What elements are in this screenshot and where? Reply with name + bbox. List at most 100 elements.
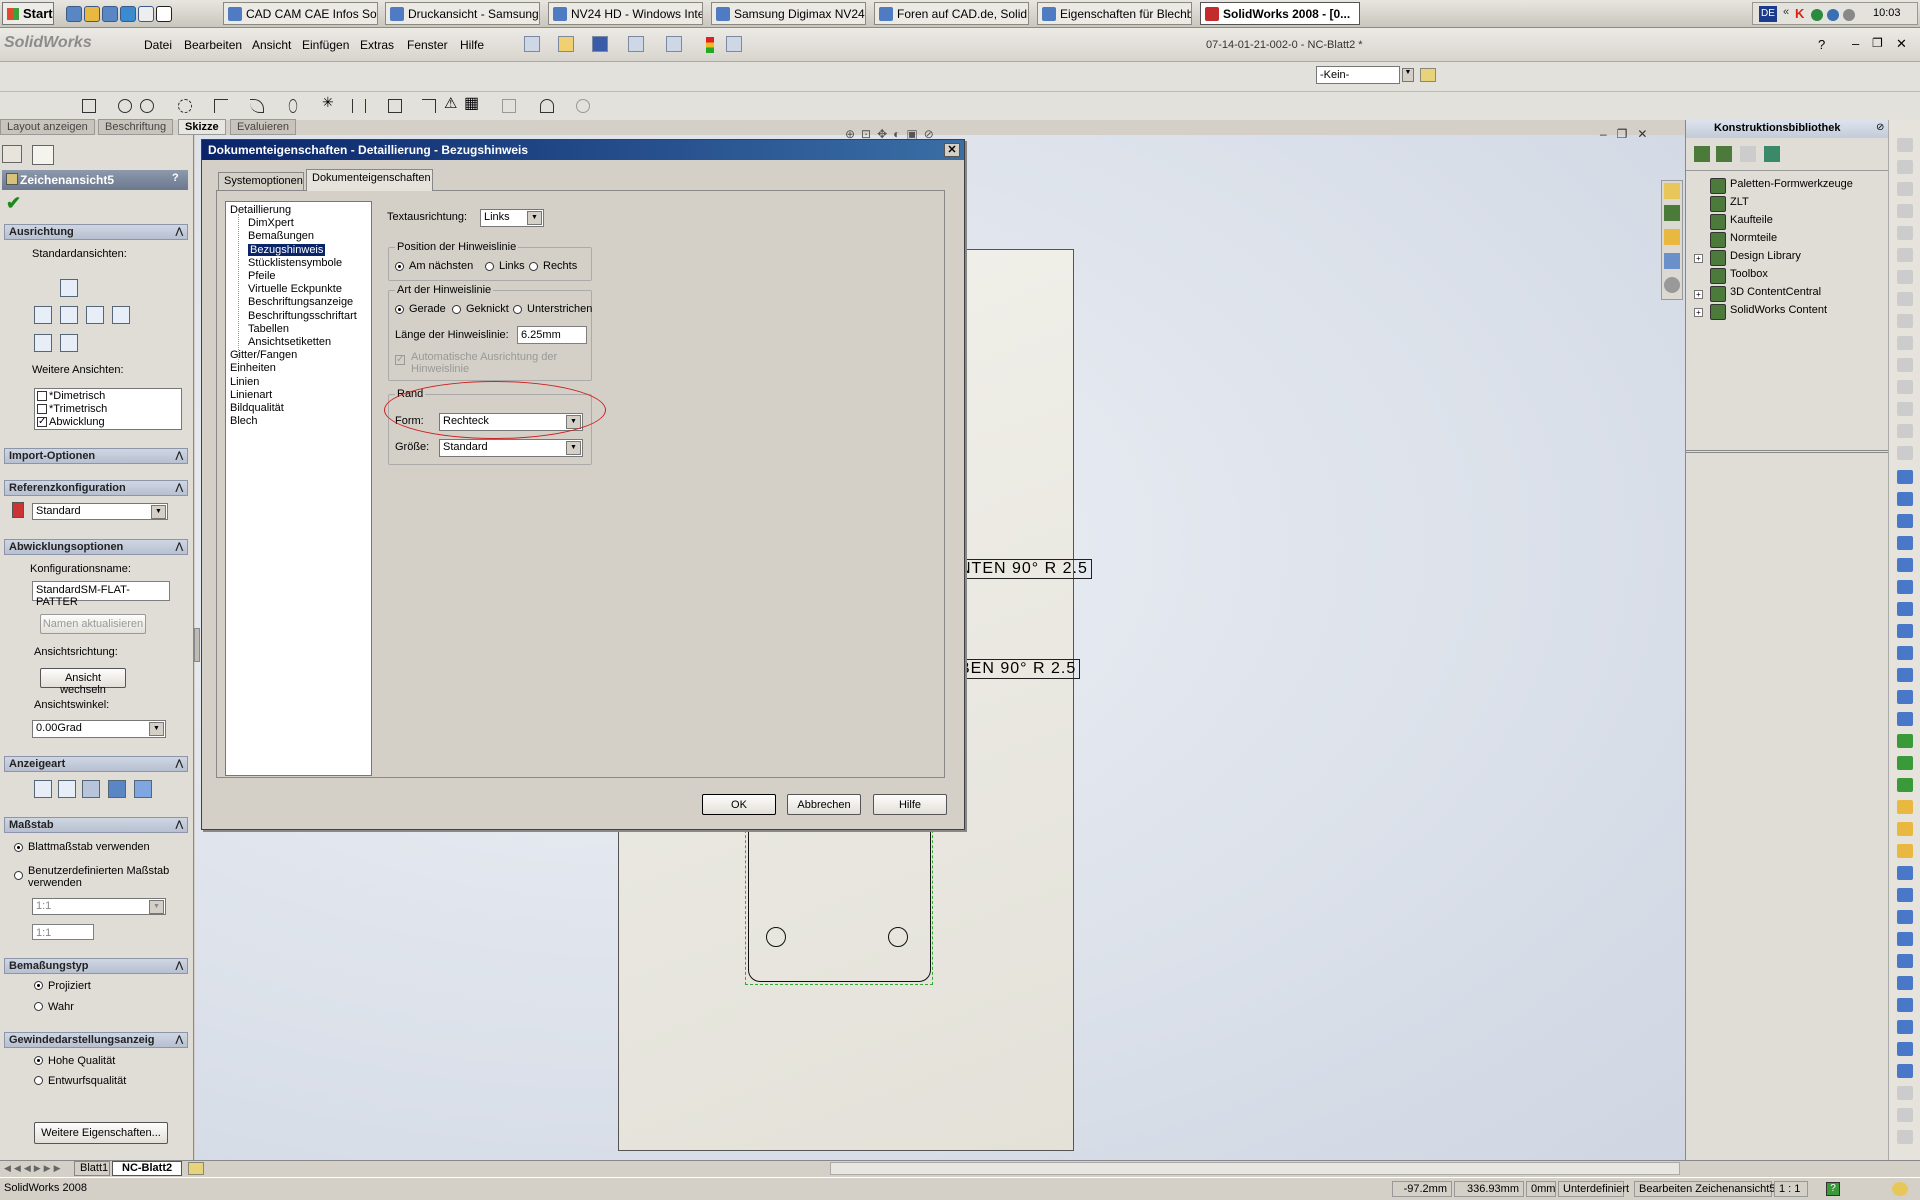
list-item[interactable]: *Trimetrisch <box>49 403 107 415</box>
radio-blattmassstab[interactable] <box>14 843 23 852</box>
splitter[interactable] <box>1686 450 1889 453</box>
help-icon[interactable]: ? <box>172 172 179 184</box>
shaded-icon[interactable] <box>134 780 152 798</box>
checkbox-checked[interactable]: ✓ <box>37 417 47 427</box>
chevron-left-icon[interactable]: « <box>1783 6 1789 18</box>
layer-properties-icon[interactable] <box>1420 68 1436 82</box>
tree-item[interactable]: Beschriftungsanzeige <box>248 296 353 308</box>
tool-icon[interactable] <box>1897 800 1913 814</box>
quicklaunch-icon[interactable] <box>138 6 154 22</box>
tree-item[interactable]: Einheiten <box>230 362 276 374</box>
views-list[interactable]: *Dimetrisch *Trimetrisch ✓ Abwicklung <box>34 388 182 430</box>
library-icon[interactable] <box>1664 205 1680 221</box>
tool-icon[interactable] <box>1897 204 1913 218</box>
tool-icon[interactable] <box>1897 954 1913 968</box>
help-icon[interactable]: ? <box>1818 37 1825 52</box>
bend-note[interactable]: NTEN 90° R 2.5 <box>955 559 1092 579</box>
tool-icon[interactable] <box>1897 1042 1913 1056</box>
radio-gerade[interactable] <box>395 305 404 314</box>
tool-icon[interactable] <box>1897 1086 1913 1100</box>
tool-icon[interactable] <box>1897 910 1913 924</box>
tab-layout-anzeigen[interactable]: Layout anzeigen <box>0 119 95 135</box>
tree-item[interactable]: Bemaßungen <box>248 230 314 242</box>
menu-bearbeiten[interactable]: Bearbeiten <box>180 38 246 52</box>
group-anzeigeart[interactable]: Anzeigeart <box>4 756 188 772</box>
hidden-lines-removed-icon[interactable] <box>82 780 100 798</box>
tool-icon[interactable] <box>1897 1108 1913 1122</box>
undo-icon[interactable] <box>666 36 682 52</box>
view-top-icon[interactable] <box>112 306 130 324</box>
tool-icon[interactable] <box>1897 646 1913 660</box>
view-back-icon[interactable] <box>34 306 52 324</box>
task-button[interactable]: Samsung Digimax NV24 ... <box>711 2 866 25</box>
sheet-tab-nc-blatt2[interactable]: NC-Blatt2 <box>112 1161 182 1176</box>
tab-skizze[interactable]: Skizze <box>178 119 226 135</box>
open-icon[interactable] <box>558 36 574 52</box>
add-location-icon[interactable] <box>1716 146 1732 162</box>
tool-icon[interactable] <box>1897 536 1913 550</box>
menu-hilfe[interactable]: Hilfe <box>456 38 488 52</box>
tool-icon[interactable] <box>1897 1020 1913 1034</box>
sheet-nav-icons[interactable]: ◀◀◀▶▶▶ <box>4 1163 64 1174</box>
task-button[interactable]: CAD CAM CAE Infos Soft... <box>223 2 378 25</box>
close-icon[interactable]: ✕ <box>1896 36 1907 52</box>
offset-icon[interactable] <box>388 99 402 113</box>
view-front-icon[interactable] <box>60 279 78 297</box>
tree-item[interactable]: DimXpert <box>248 217 294 229</box>
task-button[interactable]: Eigenschaften für Blechbi... <box>1037 2 1192 25</box>
help-icon[interactable]: ? <box>1826 1182 1840 1196</box>
new-icon[interactable] <box>524 36 540 52</box>
tree-item[interactable]: Ansichtsetiketten <box>248 336 331 348</box>
tool-icon[interactable] <box>1897 580 1913 594</box>
add-sheet-icon[interactable] <box>188 1162 204 1175</box>
library-item[interactable]: SolidWorks Content <box>1708 304 1827 320</box>
ok-check-icon[interactable]: ✔ <box>6 193 21 214</box>
tangent-arc-icon[interactable] <box>214 99 228 113</box>
group-referenzkonfiguration[interactable]: Referenzkonfiguration <box>4 480 188 496</box>
tool-icon[interactable] <box>1897 314 1913 328</box>
weitere-eigenschaften-button[interactable]: Weitere Eigenschaften... <box>34 1122 168 1144</box>
library-item[interactable]: 3D ContentCentral <box>1708 286 1821 302</box>
massstab-select[interactable]: 1:1 <box>32 898 166 915</box>
block-icon[interactable] <box>502 99 516 113</box>
library-item[interactable]: Kaufteile <box>1708 214 1773 230</box>
property-tab-icon[interactable] <box>32 145 54 165</box>
pin-icon[interactable]: ⊘ <box>1876 122 1884 133</box>
antivirus-icon[interactable]: K <box>1795 6 1804 21</box>
quicklaunch-icon[interactable] <box>120 6 136 22</box>
tool-icon[interactable] <box>1897 734 1913 748</box>
rectangle-icon[interactable] <box>82 99 96 113</box>
print-icon[interactable] <box>628 36 644 52</box>
menu-fenster[interactable]: Fenster <box>403 38 452 52</box>
quicklaunch-icon[interactable] <box>66 6 82 22</box>
ansichtswinkel-select[interactable]: 0.00Grad <box>32 720 166 738</box>
tool-icon[interactable] <box>1897 756 1913 770</box>
language-indicator[interactable]: DE <box>1759 6 1777 22</box>
tool-icon[interactable] <box>1897 602 1913 616</box>
tree-item[interactable]: Linienart <box>230 389 272 401</box>
tool-icon[interactable] <box>1897 470 1913 484</box>
task-button-active[interactable]: SolidWorks 2008 - [0... <box>1200 2 1360 25</box>
tree-item[interactable]: Virtuelle Eckpunkte <box>248 283 342 295</box>
radio-wahr[interactable] <box>34 1002 43 1011</box>
tab-dokumenteigenschaften[interactable]: Dokumenteigenschaften <box>306 169 433 191</box>
wireframe-icon[interactable] <box>34 780 52 798</box>
massstab-field[interactable]: 1:1 <box>32 924 94 940</box>
new-folder-icon[interactable] <box>1740 146 1756 162</box>
view-left-icon[interactable] <box>60 306 78 324</box>
tool-icon[interactable] <box>1897 336 1913 350</box>
refresh-icon[interactable] <box>1764 146 1780 162</box>
view-palette-icon[interactable] <box>1664 253 1680 269</box>
quicklaunch-icon[interactable] <box>102 6 118 22</box>
radio-am-naechsten[interactable] <box>395 262 404 271</box>
home-icon[interactable] <box>1664 183 1680 199</box>
tree-item[interactable]: Stücklistensymbole <box>248 257 342 269</box>
ansicht-wechseln-button[interactable]: Ansicht wechseln <box>40 668 126 696</box>
tab-evaluieren[interactable]: Evaluieren <box>230 119 296 135</box>
group-bemassungstyp[interactable]: Bemaßungstyp <box>4 958 188 974</box>
spline-icon[interactable] <box>250 99 264 113</box>
radio-projiziert[interactable] <box>34 981 43 990</box>
tool-icon[interactable] <box>1897 446 1913 460</box>
library-item[interactable]: Design Library <box>1708 250 1801 266</box>
library-item[interactable]: Paletten-Formwerkzeuge <box>1708 178 1853 194</box>
